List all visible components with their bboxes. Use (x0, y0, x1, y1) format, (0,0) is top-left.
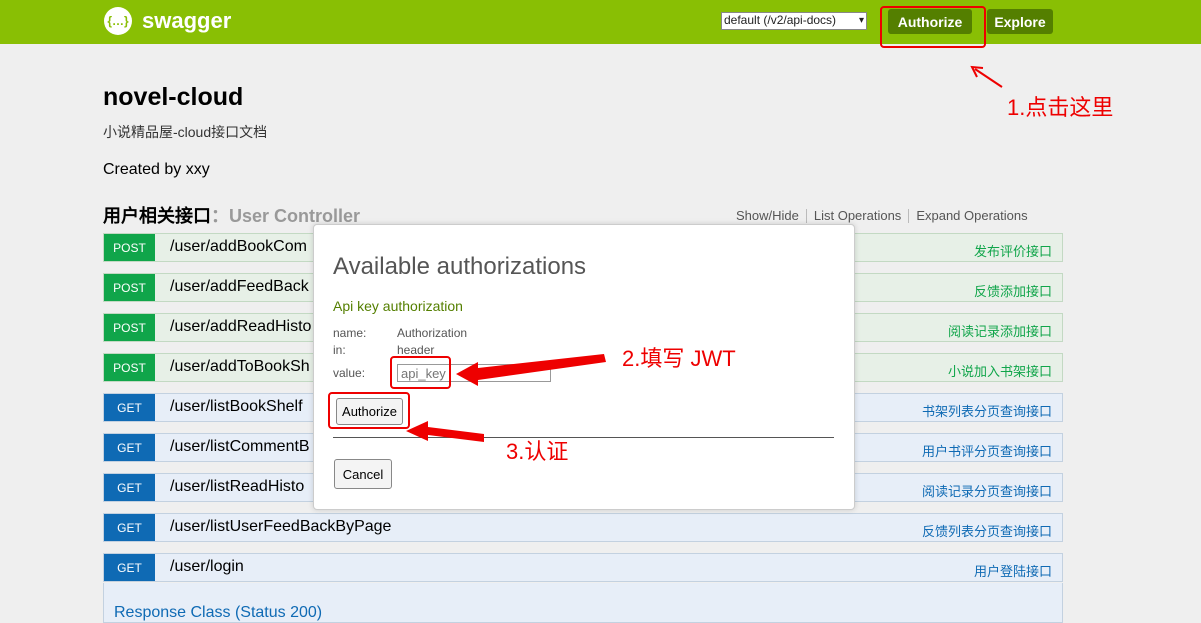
arrow-line-1 (974, 68, 1003, 88)
annotation-step2: 2.填写 JWT (622, 346, 736, 371)
arrow-2 (456, 354, 606, 386)
arrow-3 (406, 421, 484, 442)
arrow-head-1 (970, 65, 984, 78)
annotation-step1: 1.点击这里 (1007, 95, 1114, 120)
annotation-step3: 3.认证 (506, 439, 569, 464)
